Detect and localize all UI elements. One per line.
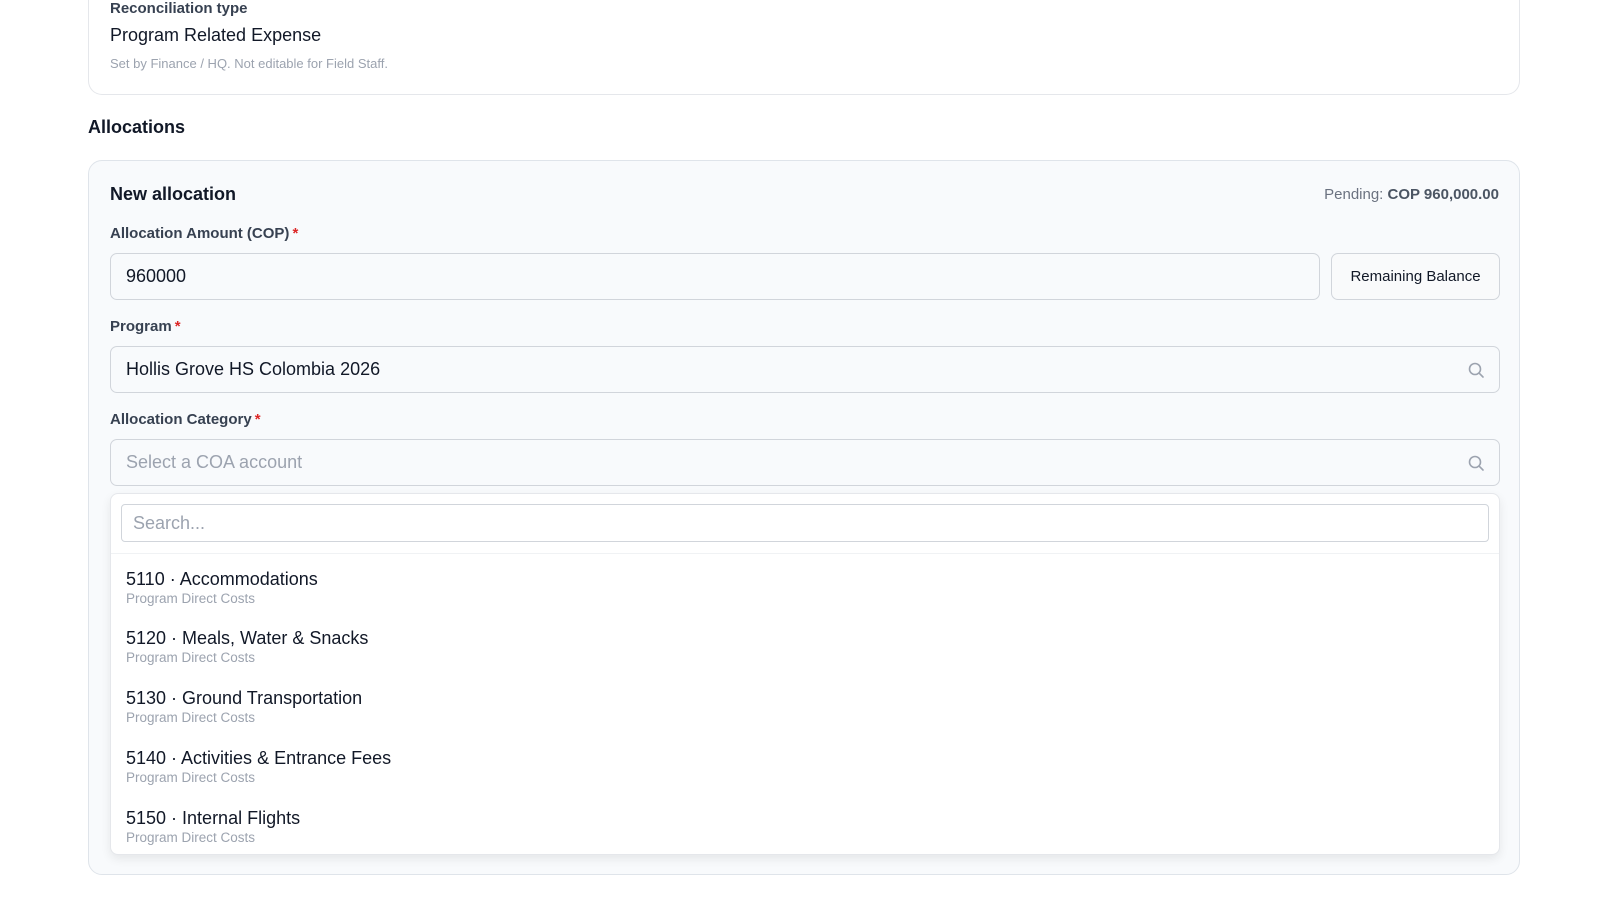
program-select[interactable]: Hollis Grove HS Colombia 2026 [110, 346, 1500, 393]
option-subtitle: Program Direct Costs [126, 830, 256, 845]
pending-label: Pending: [1324, 186, 1384, 203]
allocation-category-label-text: Allocation Category [110, 411, 252, 428]
dropdown-search-input[interactable]: Search... [121, 504, 1489, 542]
allocation-category-select[interactable]: Select a COA account [110, 439, 1500, 486]
dropdown-divider [111, 553, 1499, 554]
coa-option-5110[interactable]: 5110 · Accommodations Program Direct Cos… [126, 568, 318, 607]
allocation-amount-input[interactable]: 960000 [110, 253, 1320, 300]
option-title: 5120 · Meals, Water & Snacks [126, 628, 369, 648]
allocation-amount-label: Allocation Amount (COP) * [110, 225, 298, 242]
required-marker: * [174, 318, 181, 335]
search-icon [1468, 362, 1484, 378]
option-title: 5140 · Activities & Entrance Fees [126, 748, 392, 768]
reconciliation-card: Reconciliation type Program Related Expe… [88, 0, 1520, 95]
required-marker: * [292, 225, 299, 242]
option-subtitle: Program Direct Costs [126, 770, 256, 785]
remaining-balance-button[interactable]: Remaining Balance [1331, 253, 1500, 300]
option-subtitle: Program Direct Costs [126, 591, 256, 606]
allocation-amount-value: 960000 [126, 266, 187, 286]
reconciliation-help-text: Set by Finance / HQ. Not editable for Fi… [110, 56, 388, 71]
program-label: Program * [110, 318, 181, 335]
option-title: 5110 · Accommodations [126, 569, 318, 589]
coa-option-5150[interactable]: 5150 · Internal Flights Program Direct C… [126, 807, 300, 846]
program-label-text: Program [110, 318, 172, 335]
option-subtitle: Program Direct Costs [126, 650, 256, 665]
search-icon [1468, 455, 1484, 471]
required-marker: * [254, 411, 261, 428]
allocation-category-placeholder: Select a COA account [126, 452, 303, 472]
option-title: 5130 · Ground Transportation [126, 688, 363, 708]
pending-value: COP 960,000.00 [1387, 186, 1499, 203]
coa-option-5140[interactable]: 5140 · Activities & Entrance Fees Progra… [126, 747, 391, 786]
new-allocation-card: New allocation Pending: COP 960,000.00 A… [88, 160, 1520, 875]
allocation-amount-label-text: Allocation Amount (COP) [110, 225, 290, 242]
allocations-heading: Allocations [88, 117, 186, 137]
option-subtitle: Program Direct Costs [126, 710, 256, 725]
option-title: 5150 · Internal Flights [126, 808, 301, 828]
reconciliation-type-value: Program Related Expense [110, 25, 322, 45]
coa-account-dropdown: Search... 5110 · Accommodations Program … [110, 493, 1500, 855]
coa-option-5130[interactable]: 5130 · Ground Transportation Program Dir… [126, 687, 362, 726]
coa-option-5120[interactable]: 5120 · Meals, Water & Snacks Program Dir… [126, 627, 368, 666]
new-allocation-title: New allocation [110, 184, 237, 204]
dropdown-search-placeholder: Search... [133, 512, 206, 533]
allocation-category-label: Allocation Category * [110, 411, 261, 428]
program-value: Hollis Grove HS Colombia 2026 [126, 359, 381, 379]
reconciliation-type-label: Reconciliation type [110, 0, 248, 17]
pending-amount: Pending: COP 960,000.00 [1324, 186, 1499, 203]
